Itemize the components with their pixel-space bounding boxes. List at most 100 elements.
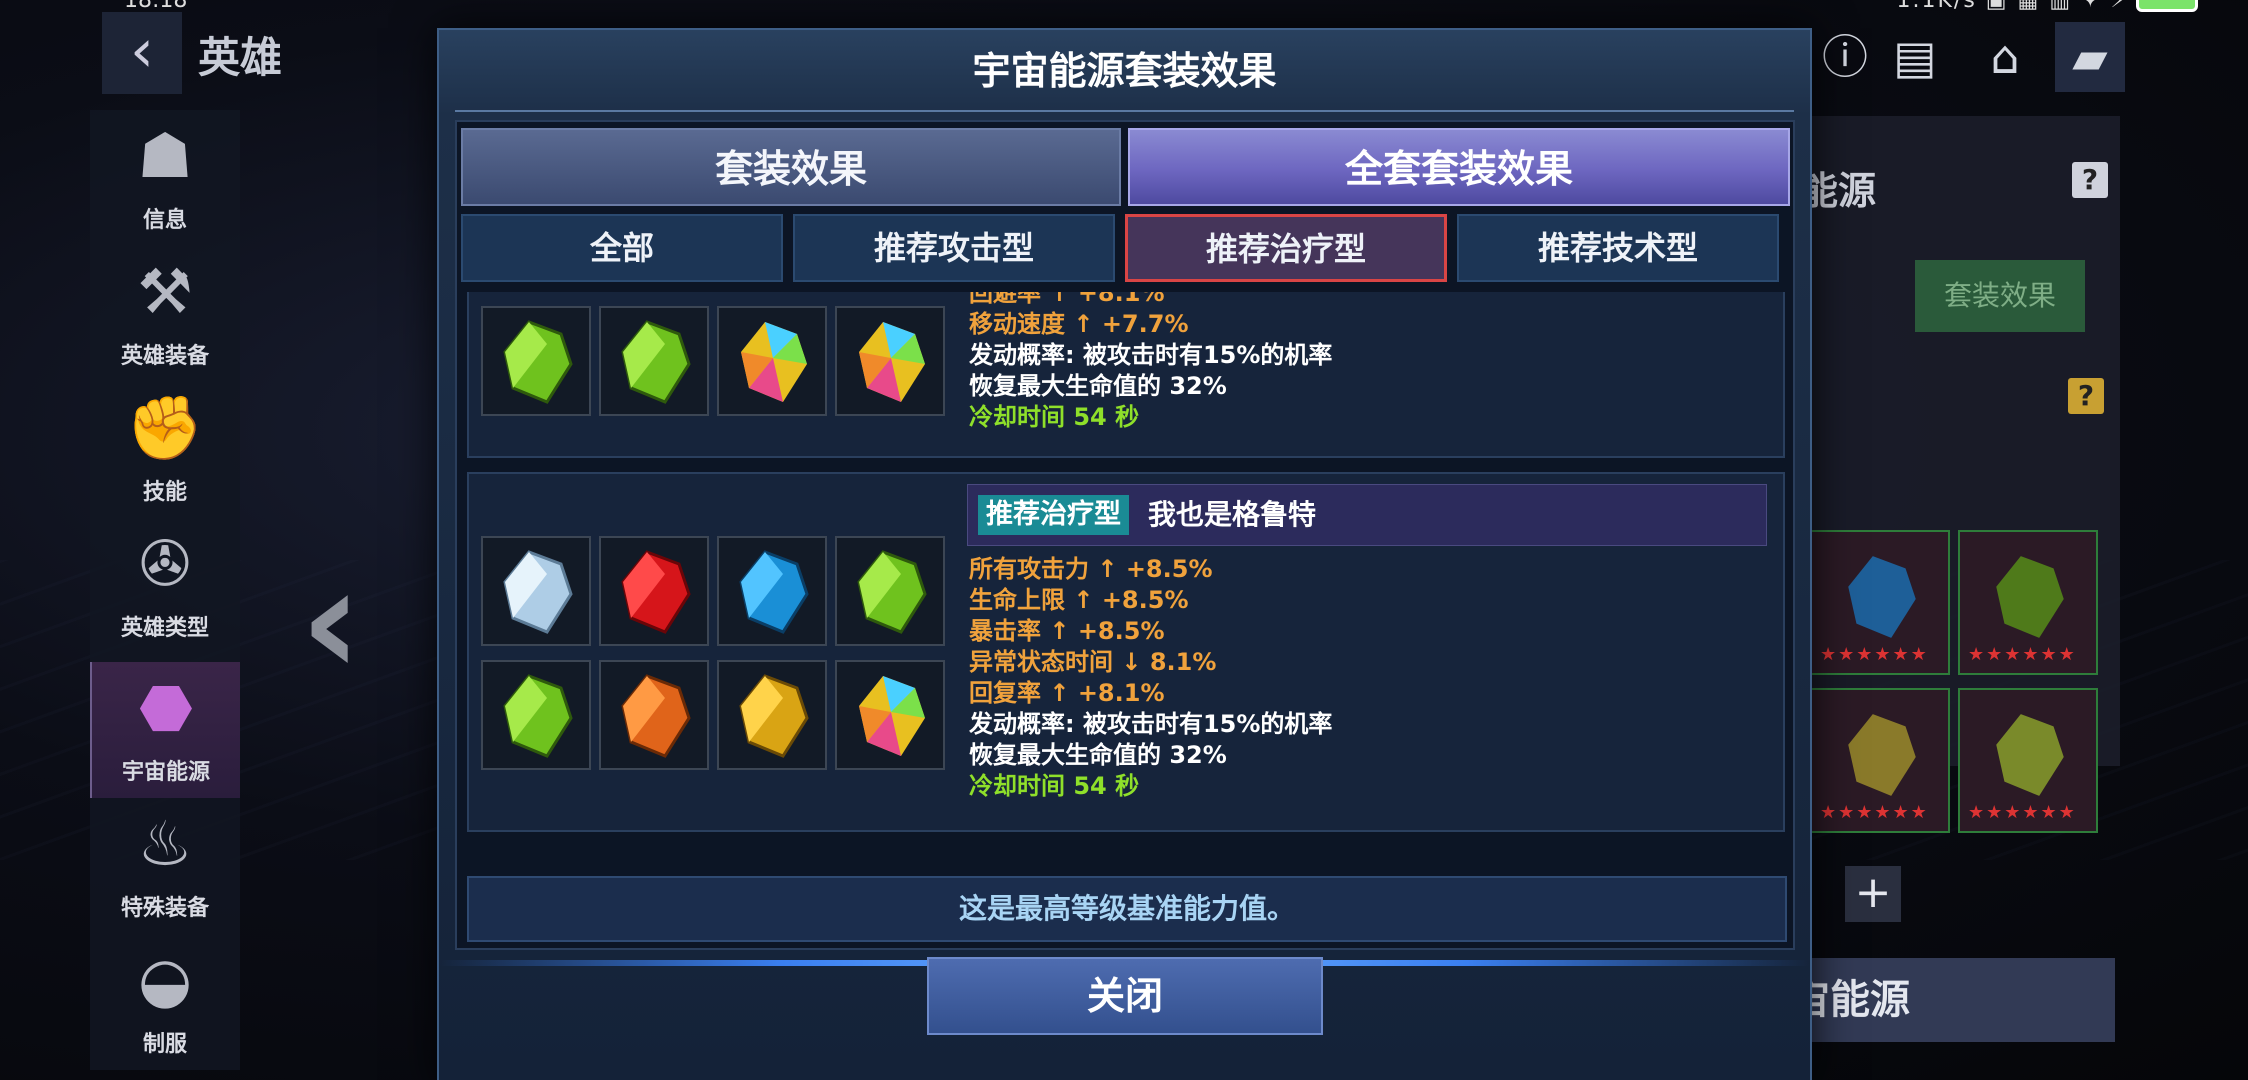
spinner-icon: ✇ bbox=[139, 527, 191, 600]
sidebar-item-skills[interactable]: ✊ 技能 bbox=[90, 382, 240, 518]
page-title: 英雄 bbox=[198, 33, 283, 82]
rainbow-gem-icon bbox=[859, 322, 925, 402]
star-rating: ★★★★★★ bbox=[1968, 644, 2077, 665]
mask-icon: ◒ bbox=[137, 943, 193, 1016]
sidebar-item-hero-type[interactable]: ✇ 英雄类型 bbox=[90, 518, 240, 654]
set-card: 推荐治疗型 我也是格鲁特 所有攻击力 ↑ +8.5% 生命上限 ↑ +8.5% … bbox=[467, 472, 1785, 832]
help-icon[interactable]: ? bbox=[2068, 378, 2104, 414]
star-rating: ★★★★★★ bbox=[1968, 802, 2077, 823]
gem-slot bbox=[717, 660, 827, 770]
add-button[interactable]: + bbox=[1845, 866, 1901, 922]
sidebar-item-hero-gear[interactable]: ⚒ 英雄装备 bbox=[90, 246, 240, 382]
stat-line: 回复率 ↑ +8.1% bbox=[969, 679, 1165, 707]
sidebar-item-label: 特殊装备 bbox=[120, 896, 209, 921]
footnote: 这是最高等级基准能力值。 bbox=[467, 876, 1787, 942]
hammer-icon: ⚒ bbox=[137, 255, 193, 328]
gem-slot bbox=[835, 536, 945, 646]
set-name-bar: 推荐治疗型 我也是格鲁特 bbox=[967, 484, 1767, 546]
helmet-icon: ☗ bbox=[137, 119, 193, 192]
sidebar: ☗ 信息 ⚒ 英雄装备 ✊ 技能 ✇ 英雄类型 ⬣ 宇宙能源 ♨ 特殊装备 ◒ … bbox=[90, 110, 240, 1070]
sidebar-item-label: 英雄类型 bbox=[120, 616, 209, 641]
yellow-gem-icon bbox=[739, 674, 809, 758]
filter-tab-healing[interactable]: 推荐治疗型 bbox=[1125, 214, 1447, 282]
gem-slot bbox=[835, 306, 945, 416]
equipped-gem-slot[interactable]: ★★★★★★ bbox=[1810, 688, 1950, 833]
set-list[interactable]: 回避率 ↑ +8.1% 移动速度 ↑ +7.7% 发动概率: 被攻击时有15%的… bbox=[467, 292, 1787, 892]
tab-set-effect[interactable]: 套装效果 bbox=[461, 128, 1121, 206]
blue-gem-icon bbox=[1848, 556, 1916, 638]
set-effect-button[interactable]: 套装效果 bbox=[1915, 260, 2085, 332]
modal-title: 宇宙能源套装效果 bbox=[972, 49, 1277, 93]
stat-line: 回避率 ↑ +8.1% bbox=[969, 292, 1165, 307]
gem-slot bbox=[599, 536, 709, 646]
rainbow-gem-icon bbox=[741, 322, 807, 402]
back-button[interactable]: ‹ bbox=[102, 12, 182, 94]
equipped-gem-slot[interactable]: ★★★★★★ bbox=[1958, 530, 2098, 675]
fire-icon: ♨ bbox=[137, 807, 193, 880]
gem-slot bbox=[599, 306, 709, 416]
set-type-badge: 推荐治疗型 bbox=[978, 495, 1129, 535]
white-gem-icon bbox=[503, 550, 573, 634]
gem-slot bbox=[599, 660, 709, 770]
filter-tab-attack[interactable]: 推荐攻击型 bbox=[793, 214, 1115, 282]
filter-tab-tech[interactable]: 推荐技术型 bbox=[1457, 214, 1779, 282]
cooldown-line: 冷却时间 54 秒 bbox=[969, 403, 1140, 431]
gem-slot bbox=[835, 660, 945, 770]
set-card: 回避率 ↑ +8.1% 移动速度 ↑ +7.7% 发动概率: 被攻击时有15%的… bbox=[467, 292, 1785, 458]
crystal-icon: ⬣ bbox=[138, 671, 194, 744]
gem-slot bbox=[717, 306, 827, 416]
chat-icon[interactable]: ▤ bbox=[1880, 22, 1950, 92]
sidebar-item-label: 制服 bbox=[142, 1032, 187, 1057]
rainbow-gem-icon bbox=[859, 676, 925, 756]
star-rating: ★★★★★★ bbox=[1820, 802, 1929, 823]
title-divider bbox=[455, 110, 1794, 112]
orange-gem-icon bbox=[621, 674, 691, 758]
help-icon[interactable]: ? bbox=[2072, 162, 2108, 198]
green-gem-icon bbox=[621, 320, 691, 404]
alert-icon[interactable]: ⓘ bbox=[1810, 22, 1880, 92]
gem-slot bbox=[481, 536, 591, 646]
book-icon[interactable]: ▰ bbox=[2055, 22, 2125, 92]
green-gem-icon bbox=[503, 674, 573, 758]
stat-line: 移动速度 ↑ +7.7% bbox=[969, 310, 1189, 338]
green-gem-icon bbox=[503, 320, 573, 404]
blue-gem-icon bbox=[739, 550, 809, 634]
stat-line: 发动概率: 被攻击时有15%的机率 bbox=[969, 341, 1333, 369]
sidebar-item-special-gear[interactable]: ♨ 特殊装备 bbox=[90, 798, 240, 934]
set-name: 我也是格鲁特 bbox=[1148, 498, 1317, 531]
sidebar-item-label: 英雄装备 bbox=[120, 344, 209, 369]
stat-line: 恢复最大生命值的 32% bbox=[969, 741, 1227, 769]
green-gem-icon bbox=[1996, 556, 2064, 638]
fist-icon: ✊ bbox=[126, 391, 204, 464]
sidebar-item-info[interactable]: ☗ 信息 bbox=[90, 110, 240, 246]
stat-line: 所有攻击力 ↑ +8.5% bbox=[969, 555, 1213, 583]
stat-line: 恢复最大生命值的 32% bbox=[969, 372, 1227, 400]
tab-full-set-effect[interactable]: 全套套装效果 bbox=[1128, 128, 1790, 206]
rainbow-gem-icon bbox=[1848, 714, 1916, 796]
gem-slot bbox=[481, 660, 591, 770]
previous-arrow-icon[interactable]: ‹ bbox=[300, 535, 362, 709]
red-gem-icon bbox=[621, 550, 691, 634]
stat-line: 生命上限 ↑ +8.5% bbox=[969, 586, 1189, 614]
gem-slot bbox=[481, 306, 591, 416]
equipped-gem-slot[interactable]: ★★★★★★ bbox=[1810, 530, 1950, 675]
sidebar-item-label: 信息 bbox=[142, 208, 187, 233]
chevron-left-icon: ‹ bbox=[130, 16, 154, 86]
gem-slot bbox=[717, 536, 827, 646]
close-button[interactable]: 关闭 bbox=[927, 957, 1323, 1035]
home-icon[interactable]: ⌂ bbox=[1970, 22, 2040, 92]
cooldown-line: 冷却时间 54 秒 bbox=[969, 772, 1140, 800]
filter-tab-all[interactable]: 全部 bbox=[461, 214, 783, 282]
star-rating: ★★★★★★ bbox=[1820, 644, 1929, 665]
sidebar-item-label: 宇宙能源 bbox=[121, 760, 210, 785]
stat-line: 暴击率 ↑ +8.5% bbox=[969, 617, 1165, 645]
green-gem-icon bbox=[857, 550, 927, 634]
stat-line: 异常状态时间 ↓ 8.1% bbox=[969, 648, 1217, 676]
cosmic-energy-button[interactable]: 宙能源 bbox=[1760, 958, 2115, 1042]
sidebar-item-label: 技能 bbox=[142, 480, 187, 505]
sidebar-item-cosmic-energy[interactable]: ⬣ 宇宙能源 bbox=[90, 662, 240, 798]
stat-line: 发动概率: 被攻击时有15%的机率 bbox=[969, 710, 1333, 738]
sidebar-item-uniform[interactable]: ◒ 制服 bbox=[90, 934, 240, 1070]
equipped-gem-slot[interactable]: ★★★★★★ bbox=[1958, 688, 2098, 833]
rainbow-gem-icon bbox=[1996, 714, 2064, 796]
